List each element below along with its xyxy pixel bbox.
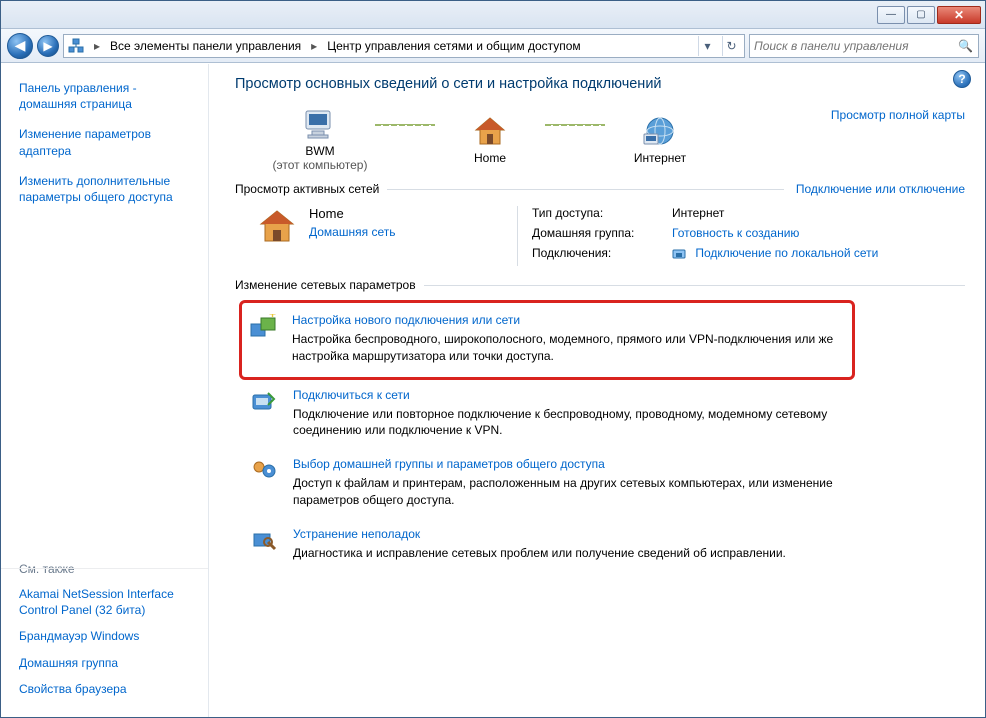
titlebar: — ▢ ✕ [1, 1, 985, 29]
kv-homegroup-link[interactable]: Готовность к созданию [672, 226, 799, 240]
see-also-akamai[interactable]: Akamai NetSession Interface Control Pane… [19, 586, 196, 618]
setting-desc: Диагностика и исправление сетевых пробле… [293, 545, 786, 562]
content-area: Панель управления - домашняя страница Из… [1, 63, 985, 717]
active-network-block: Home Домашняя сеть Тип доступа: Интернет… [235, 206, 965, 266]
view-full-map-link[interactable]: Просмотр полной карты [831, 106, 965, 122]
nav-forward-button[interactable]: ▶ [37, 35, 59, 57]
sidebar-link-adapter[interactable]: Изменение параметров адаптера [19, 126, 196, 158]
breadcrumb-root[interactable]: Все элементы панели управления [110, 39, 301, 53]
sidebar-link-home[interactable]: Панель управления - домашняя страница [19, 80, 196, 112]
see-also-browser[interactable]: Свойства браузера [19, 681, 196, 697]
breadcrumb[interactable]: ▸ Все элементы панели управления ▸ Центр… [63, 34, 745, 58]
setting-connect-network[interactable]: Подключиться к сети Подключение или повт… [243, 380, 965, 450]
sidebar-see-also: См. также Akamai NetSession Interface Co… [19, 554, 196, 707]
active-networks-header: Просмотр активных сетей Подключение или … [235, 182, 965, 196]
active-networks-title: Просмотр активных сетей [235, 182, 379, 196]
map-connector-icon [545, 124, 605, 126]
connect-disconnect-link[interactable]: Подключение или отключение [796, 182, 965, 196]
breadcrumb-current[interactable]: Центр управления сетями и общим доступом [327, 39, 581, 53]
new-connection-icon: + [248, 313, 278, 341]
map-connector-icon [375, 124, 435, 126]
nav-back-button[interactable]: ◀ [7, 33, 33, 59]
setting-new-connection[interactable]: + Настройка нового подключения или сети … [239, 300, 855, 380]
setting-title[interactable]: Настройка нового подключения или сети [292, 313, 842, 327]
svg-text:+: + [269, 314, 276, 321]
house-icon [470, 113, 510, 149]
address-bar: ◀ ▶ ▸ Все элементы панели управления ▸ Ц… [1, 29, 985, 63]
sidebar-divider [1, 568, 208, 569]
kv-access-label: Тип доступа: [532, 206, 672, 220]
main-panel: ? Просмотр основных сведений о сети и на… [209, 64, 985, 717]
change-settings-title: Изменение сетевых параметров [235, 278, 416, 292]
kv-connections-label: Подключения: [532, 246, 672, 260]
node-computer: BWM (этот компьютер) [265, 106, 375, 172]
computer-icon [300, 106, 340, 142]
search-icon: 🔍 [958, 39, 974, 53]
network-center-icon [68, 38, 84, 54]
see-also-homegroup[interactable]: Домашняя группа [19, 655, 196, 671]
node-computer-sub: (этот компьютер) [273, 158, 368, 172]
house-icon [255, 206, 299, 246]
help-icon[interactable]: ? [953, 70, 971, 88]
setting-desc: Настройка беспроводного, широкополосного… [292, 331, 842, 365]
setting-title[interactable]: Выбор домашней группы и параметров общег… [293, 457, 853, 471]
homegroup-icon [249, 457, 279, 485]
close-button[interactable]: ✕ [937, 6, 981, 24]
refresh-button[interactable]: ↻ [722, 36, 740, 56]
sidebar: Панель управления - домашняя страница Из… [1, 64, 209, 717]
node-home-label: Home [474, 151, 506, 165]
ethernet-icon [672, 248, 686, 260]
node-computer-label: BWM [305, 144, 334, 158]
node-internet-label: Интернет [634, 151, 686, 165]
settings-list: + Настройка нового подключения или сети … [235, 300, 965, 572]
setting-title[interactable]: Подключиться к сети [293, 388, 853, 402]
globe-icon [640, 113, 680, 149]
troubleshoot-icon [249, 527, 279, 555]
node-home: Home [435, 113, 545, 165]
setting-title[interactable]: Устранение неполадок [293, 527, 786, 541]
breadcrumb-dropdown[interactable]: ▾ [698, 36, 716, 56]
setting-troubleshoot[interactable]: Устранение неполадок Диагностика и испра… [243, 519, 965, 572]
kv-connections-link[interactable]: Подключение по локальной сети [672, 246, 878, 260]
connect-network-icon [249, 388, 279, 416]
setting-desc: Подключение или повторное подключение к … [293, 406, 853, 440]
setting-homegroup[interactable]: Выбор домашней группы и параметров общег… [243, 449, 965, 519]
sidebar-link-sharing[interactable]: Изменить дополнительные параметры общего… [19, 173, 196, 205]
breadcrumb-sep-icon: ▸ [90, 39, 104, 53]
active-network-type-link[interactable]: Домашняя сеть [309, 225, 395, 239]
search-box[interactable]: 🔍 [749, 34, 979, 58]
kv-access-value: Интернет [672, 206, 724, 220]
setting-desc: Доступ к файлам и принтерам, расположенн… [293, 475, 853, 509]
see-also-firewall[interactable]: Брандмауэр Windows [19, 628, 196, 644]
minimize-button[interactable]: — [877, 6, 905, 24]
kv-homegroup-label: Домашняя группа: [532, 226, 672, 240]
see-also-title: См. также [19, 562, 196, 576]
maximize-button[interactable]: ▢ [907, 6, 935, 24]
network-map: BWM (этот компьютер) Home [235, 106, 965, 172]
breadcrumb-sep-icon: ▸ [307, 39, 321, 53]
active-network-name: Home [309, 206, 395, 221]
change-settings-header: Изменение сетевых параметров [235, 278, 965, 292]
page-title: Просмотр основных сведений о сети и наст… [235, 76, 965, 92]
node-internet: Интернет [605, 113, 715, 165]
search-input[interactable] [754, 39, 958, 53]
window-frame: — ▢ ✕ ◀ ▶ ▸ Все элементы панели управлен… [0, 0, 986, 718]
